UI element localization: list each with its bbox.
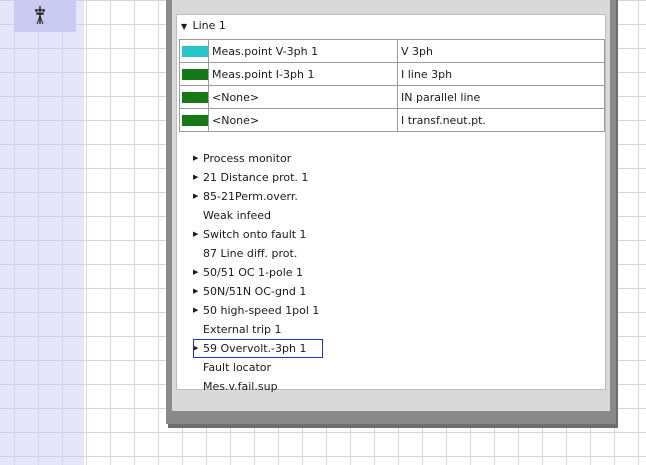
color-swatch-cell	[179, 108, 209, 132]
color-swatch-cell	[179, 39, 209, 63]
measuring-point-type: I transf.neut.pt.	[397, 108, 605, 132]
measuring-point-row[interactable]: Meas.point I-3ph 1I line 3ph	[179, 62, 605, 86]
color-swatch-cell	[179, 85, 209, 109]
function-label: External trip 1	[203, 323, 282, 336]
function-item[interactable]: Fault locator	[193, 358, 493, 377]
function-label: 50N/51N OC-gnd 1	[203, 285, 307, 298]
triangle-right-icon[interactable]: ▶	[193, 225, 203, 244]
color-swatch	[182, 115, 208, 126]
line-function-panel: ▼ Line 1 Meas.point V-3ph 1V 3ph Meas.poi…	[166, 0, 616, 424]
measuring-point-name[interactable]: <None>	[208, 85, 398, 109]
function-label: 87 Line diff. prot.	[203, 247, 298, 260]
triangle-right-icon[interactable]: ▶	[193, 168, 203, 187]
function-item[interactable]: ▶ 21 Distance prot. 1	[193, 168, 493, 187]
measuring-point-type: V 3ph	[397, 39, 605, 63]
triangle-right-icon[interactable]: ▶	[193, 282, 203, 301]
measuring-point-row[interactable]: <None> I transf.neut.pt.	[179, 108, 605, 132]
triangle-right-icon[interactable]: ▶	[193, 301, 203, 320]
function-item[interactable]: ▶ Process monitor	[193, 149, 493, 168]
measuring-point-row[interactable]: <None> IN parallel line	[179, 85, 605, 109]
left-device-strip	[0, 0, 84, 465]
measuring-point-name[interactable]: Meas.point I-3ph 1	[208, 62, 398, 86]
function-item[interactable]: ▶ 50N/51N OC-gnd 1	[193, 282, 493, 301]
color-swatch	[182, 69, 208, 80]
function-item[interactable]: ▶ 59 Overvolt.-3ph 1	[193, 339, 323, 358]
function-list: ▶ Process monitor ▶ 21 Distance prot. 1 ▶ 85-…	[193, 149, 493, 396]
transmission-tower-icon[interactable]	[32, 6, 48, 24]
function-label: Switch onto fault 1	[203, 228, 307, 241]
function-label: 85-21Perm.overr.	[203, 190, 298, 203]
line-header[interactable]: ▼ Line 1	[181, 19, 226, 33]
function-label: Process monitor	[203, 152, 292, 165]
triangle-right-icon[interactable]: ▶	[193, 187, 203, 206]
measuring-point-type: I line 3ph	[397, 62, 605, 86]
function-item[interactable]: ▶ 50/51 OC 1-pole 1	[193, 263, 493, 282]
measuring-point-type: IN parallel line	[397, 85, 605, 109]
measuring-point-name[interactable]: Meas.point V-3ph 1	[208, 39, 398, 63]
measuring-point-row[interactable]: Meas.point V-3ph 1V 3ph	[179, 39, 605, 63]
function-label: Fault locator	[203, 361, 272, 374]
triangle-right-icon[interactable]: ▶	[193, 263, 203, 282]
triangle-down-icon[interactable]: ▼	[181, 20, 189, 34]
color-swatch	[182, 46, 208, 57]
function-item[interactable]: Weak infeed	[193, 206, 493, 225]
function-item[interactable]: ▶ Switch onto fault 1	[193, 225, 493, 244]
function-label: 50 high-speed 1pol 1	[203, 304, 320, 317]
panel-frame: ▼ Line 1 Meas.point V-3ph 1V 3ph Meas.poi…	[172, 0, 610, 411]
measuring-point-name[interactable]: <None>	[208, 108, 398, 132]
function-label: 21 Distance prot. 1	[203, 171, 309, 184]
line-title: Line 1	[192, 19, 226, 32]
function-label: Mes.v.fail.sup	[203, 380, 278, 393]
color-swatch	[182, 92, 208, 103]
panel-content: ▼ Line 1 Meas.point V-3ph 1V 3ph Meas.poi…	[176, 14, 606, 393]
triangle-right-icon[interactable]: ▶	[193, 149, 203, 168]
function-label: Weak infeed	[203, 209, 272, 222]
function-label: 50/51 OC 1-pole 1	[203, 266, 304, 279]
color-swatch-cell	[179, 62, 209, 86]
function-item[interactable]: ▶ 85-21Perm.overr.	[193, 187, 493, 206]
function-item[interactable]: Mes.v.fail.sup	[193, 377, 493, 396]
function-item[interactable]: ▶ 50 high-speed 1pol 1	[193, 301, 493, 320]
measuring-point-table: Meas.point V-3ph 1V 3ph Meas.point I-3ph …	[179, 39, 605, 132]
function-item[interactable]: 87 Line diff. prot.	[193, 244, 493, 263]
function-item[interactable]: External trip 1	[193, 320, 493, 339]
triangle-right-icon[interactable]: ▶	[193, 339, 203, 358]
function-label: 59 Overvolt.-3ph 1	[203, 342, 307, 355]
